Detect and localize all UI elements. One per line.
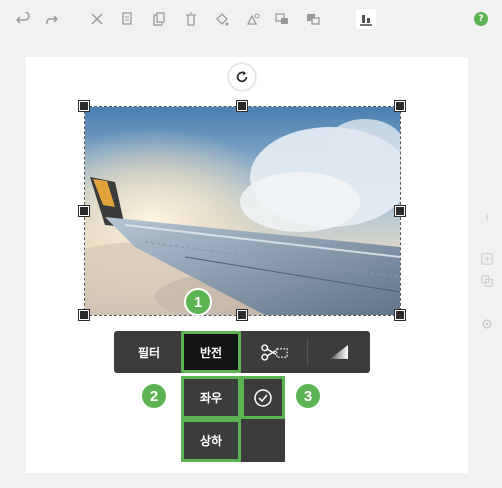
resize-handle-bottom-right[interactable] <box>395 310 405 320</box>
right-side-rail <box>476 200 498 340</box>
align-bottom-icon <box>360 15 372 26</box>
paste-button[interactable] <box>149 9 169 29</box>
flip-horizontal-button[interactable]: 좌우 <box>181 376 241 419</box>
duplicate-page-icon[interactable] <box>480 274 494 288</box>
delete-icon <box>186 12 196 26</box>
airplane-wing-image <box>85 107 400 315</box>
flip-submenu: 좌우 상하 <box>181 376 285 462</box>
copy-button[interactable] <box>117 9 137 29</box>
bring-forward-button[interactable] <box>272 9 292 29</box>
shape-icon <box>246 13 260 25</box>
editor-toolbar: ? <box>0 0 502 38</box>
fill-button[interactable] <box>212 9 232 29</box>
rotate-button[interactable] <box>229 64 255 90</box>
image-context-menu: 필터 반전 <box>114 331 370 373</box>
step-badge-1: 1 <box>184 288 212 316</box>
resize-handle-top-left[interactable] <box>79 101 89 111</box>
check-circle-icon <box>254 388 272 407</box>
resize-handle-top-right[interactable] <box>395 101 405 111</box>
flip-button[interactable]: 반전 <box>181 331 241 373</box>
redo-button[interactable] <box>41 9 61 29</box>
step-badge-2: 2 <box>140 382 168 410</box>
step-badge-3: 3 <box>294 382 322 410</box>
bring-forward-icon <box>275 13 288 24</box>
resize-handle-bottom[interactable] <box>237 310 247 320</box>
crop-icon <box>261 343 288 361</box>
adjust-button[interactable] <box>308 331 370 373</box>
fill-icon <box>216 13 229 26</box>
undo-icon <box>16 12 30 24</box>
help-button[interactable]: ? <box>474 12 488 26</box>
crop-button[interactable] <box>244 331 306 373</box>
copy-icon <box>122 12 132 25</box>
resize-handle-right[interactable] <box>395 206 405 216</box>
resize-handle-top[interactable] <box>237 101 247 111</box>
flip-vertical-button[interactable]: 상하 <box>181 419 241 462</box>
shape-button[interactable] <box>243 9 263 29</box>
zoom-indicator-icon[interactable] <box>480 210 494 224</box>
cut-button[interactable] <box>87 9 107 29</box>
send-backward-button[interactable] <box>303 9 323 29</box>
selected-photo[interactable] <box>85 107 400 315</box>
rotate-icon <box>236 70 248 83</box>
paste-icon <box>153 12 165 26</box>
undo-button[interactable] <box>13 9 33 29</box>
cut-icon <box>91 13 103 25</box>
align-bottom-button[interactable] <box>356 9 376 29</box>
settings-gear-icon[interactable] <box>480 317 494 331</box>
resize-handle-left[interactable] <box>79 206 89 216</box>
add-page-icon[interactable] <box>480 252 494 266</box>
confirm-button[interactable] <box>241 376 285 419</box>
send-backward-icon <box>307 14 320 25</box>
filter-button[interactable]: 필터 <box>118 331 180 373</box>
redo-icon <box>46 15 58 25</box>
resize-handle-bottom-left[interactable] <box>79 310 89 320</box>
gradient-icon <box>330 345 348 359</box>
delete-button[interactable] <box>181 9 201 29</box>
